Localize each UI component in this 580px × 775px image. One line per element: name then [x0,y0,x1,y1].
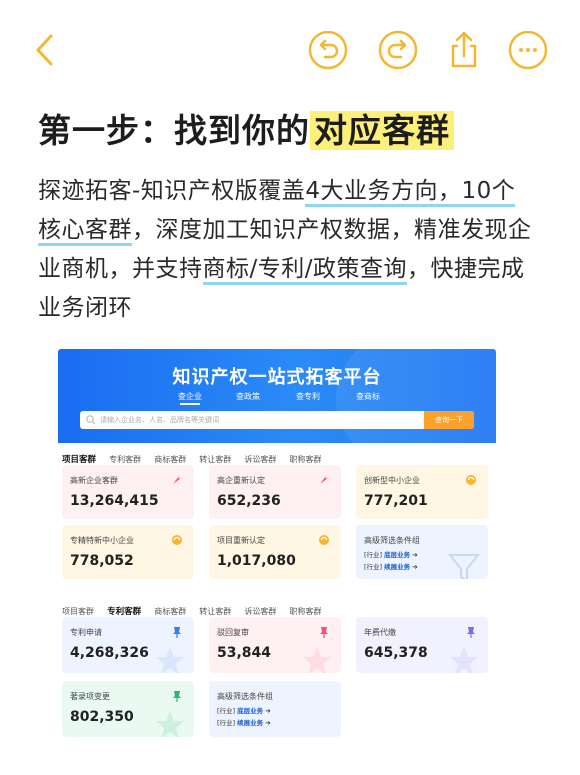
filter-text: 续展业务 [384,563,411,571]
star-shape-icon [156,647,184,673]
subtabs-group1: 项目客群 专利客群 商标客群 转让客群 诉讼客群 职称客群 [62,447,329,465]
card-label: 创新型中小企业 [364,476,420,485]
filter-line-1[interactable]: [行业] 底层业务 ➔ [217,705,271,715]
filter-tag: [行业] [364,551,383,559]
platform-title: 知识产权一站式拓客平台 [172,367,382,388]
pin-icon [320,627,328,638]
coin-icon [466,475,476,485]
card-specialized-sme[interactable]: 专精特新中小企业 778,052 [62,525,194,579]
card-project-recognition[interactable]: 项目重新认定 1,017,080 [209,525,341,579]
card-value: 802,350 [70,709,134,725]
top-toolbar [0,0,580,100]
platform-banner: 知识产权一站式拓客平台 查企业 查政策 查专利 查商标 请输入企业名、人名、品牌… [58,349,496,443]
filter-line-2[interactable]: [行业] 续展业务 ➔ [364,561,418,571]
title-text: 第一步：找到你的 [38,111,310,150]
card-label: 高企重新认定 [217,476,265,485]
subtab-transfer[interactable]: 转让客群 [199,454,231,465]
search-input[interactable]: 请输入企业名、人名、品牌名等关键词 [100,415,219,425]
search-button[interactable]: 查询一下 [424,411,474,429]
card-label: 专精特新中小企业 [70,536,134,545]
card-advanced-filter[interactable]: 高级筛选条件组 [行业] 底层业务 ➔ [行业] 续展业务 ➔ [356,525,488,579]
subtab-title[interactable]: 职称客群 [289,606,321,617]
star-shape-icon [303,647,331,673]
funnel-icon [447,554,481,579]
arrow-right-icon: ➔ [412,563,418,571]
card-label: 高级筛选条件组 [217,692,273,701]
filter-text: 底层业务 [384,551,411,559]
more-icon[interactable] [506,28,550,72]
tab-company[interactable]: 查企业 [178,391,202,405]
card-label: 项目重新认定 [217,536,265,545]
card-high-tech[interactable]: 高新企业客群 13,264,415 [62,465,194,519]
pin-icon [173,627,181,638]
filter-tag: [行业] [364,563,383,571]
coin-icon [319,535,329,545]
title-highlight: 对应客群 [310,111,454,150]
subtab-trademark[interactable]: 商标客群 [154,454,186,465]
undo-icon[interactable] [306,28,350,72]
tab-policy[interactable]: 查政策 [236,391,260,402]
card-innovative-sme[interactable]: 创新型中小企业 777,201 [356,465,488,519]
embedded-screenshot: 知识产权一站式拓客平台 查企业 查政策 查专利 查商标 请输入企业名、人名、品牌… [58,349,496,751]
card-annual-fee[interactable]: 年费代缴 645,378 [356,617,488,673]
subtab-project[interactable]: 项目客群 [62,606,94,617]
card-advanced-filter-2[interactable]: 高级筛选条件组 [行业] 底层业务 ➔ [行业] 续展业务 ➔ [209,681,341,737]
card-value: 1,017,080 [217,553,296,569]
share-icon[interactable] [442,28,486,72]
pin-icon [173,691,181,702]
subtab-trademark[interactable]: 商标客群 [154,606,186,617]
search-bar: 请输入企业名、人名、品牌名等关键词 查询一下 [80,411,474,429]
subtab-patent[interactable]: 专利客群 [109,454,141,465]
tab-trademark[interactable]: 查商标 [356,391,380,402]
card-value: 652,236 [217,493,281,509]
card-value: 53,844 [217,645,272,661]
rocket-icon [173,476,181,484]
tab-patent[interactable]: 查专利 [296,391,320,402]
search-tabs: 查企业 查政策 查专利 查商标 [58,391,496,405]
card-label: 专利申请 [70,628,102,637]
filter-tag: [行业] [217,707,236,715]
card-label: 驳回复审 [217,628,249,637]
filter-tag: [行业] [217,719,236,727]
card-record-change[interactable]: 著录项变更 802,350 [62,681,194,737]
arrow-right-icon: ➔ [265,707,271,715]
subtab-litigation[interactable]: 诉讼客群 [244,606,276,617]
card-label: 著录项变更 [70,692,110,701]
card-patent-application[interactable]: 专利申请 4,268,326 [62,617,194,673]
pin-icon [467,627,475,638]
card-label: 年费代缴 [364,628,396,637]
subtabs-group2: 项目客群 专利客群 商标客群 转让客群 诉讼客群 职称客群 [62,599,329,617]
subtab-patent[interactable]: 专利客群 [107,605,141,617]
arrow-right-icon: ➔ [265,719,271,727]
card-value: 4,268,326 [70,645,149,661]
subtab-title[interactable]: 职称客群 [289,454,321,465]
card-label: 高新企业客群 [70,476,118,485]
redo-icon[interactable] [376,28,420,72]
filter-text: 底层业务 [237,707,264,715]
card-value: 778,052 [70,553,134,569]
card-recognition[interactable]: 高企重新认定 652,236 [209,465,341,519]
card-value: 645,378 [364,645,428,661]
subtab-litigation[interactable]: 诉讼客群 [244,454,276,465]
search-icon [86,415,96,425]
subtab-project[interactable]: 项目客群 [62,453,96,465]
star-shape-icon [450,647,478,673]
page-title: 第一步：找到你的 对应客群 [38,104,454,152]
para-text-1: 探迹拓客-知识产权版覆盖 [38,178,306,204]
intro-paragraph: 探迹拓客-知识产权版覆盖4大业务方向，10个核心客群，深度加工知识产权数据，精准… [38,172,538,328]
card-value: 13,264,415 [70,493,159,509]
coin-icon [172,535,182,545]
para-underline-2: 商标/专利/政策查询 [202,256,407,285]
subtab-transfer[interactable]: 转让客群 [199,606,231,617]
arrow-right-icon: ➔ [412,551,418,559]
filter-line-1[interactable]: [行业] 底层业务 ➔ [364,549,418,559]
star-shape-icon [156,711,184,737]
filter-text: 续展业务 [237,719,264,727]
rocket-icon [320,476,328,484]
filter-line-2[interactable]: [行业] 续展业务 ➔ [217,717,271,727]
card-rejection-review[interactable]: 驳回复审 53,844 [209,617,341,673]
card-value: 777,201 [364,493,428,509]
card-label: 高级筛选条件组 [364,536,420,545]
chevron-left-icon[interactable] [24,28,68,72]
